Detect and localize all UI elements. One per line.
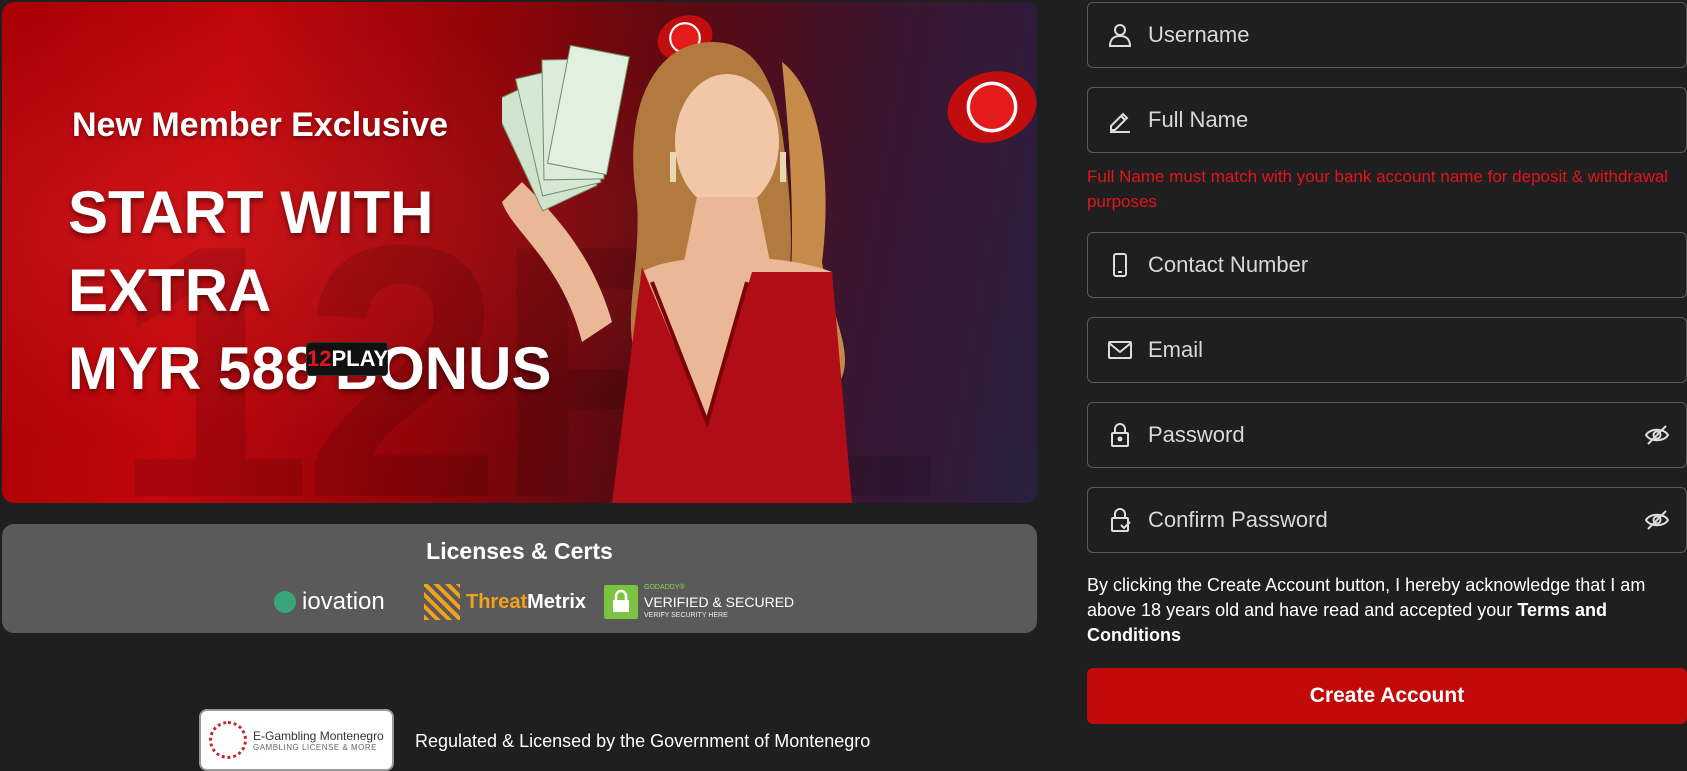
godaddy-text: GODADDY® VERIFIED & SECURED VERIFY SECUR… (644, 581, 794, 623)
licenses-title: Licenses & Certs (426, 538, 613, 564)
godaddy-top: GODADDY® (644, 584, 685, 591)
eye-off-icon[interactable] (1642, 420, 1672, 450)
fullname-field[interactable] (1087, 87, 1687, 153)
create-account-button[interactable]: Create Account (1087, 668, 1687, 724)
email-input[interactable] (1148, 337, 1686, 363)
user-icon (1106, 21, 1134, 49)
model-illustration (502, 42, 852, 503)
lock-check-icon (1106, 506, 1134, 534)
username-input[interactable] (1148, 22, 1686, 48)
email-field[interactable] (1087, 317, 1687, 383)
terms-acknowledgement: By clicking the Create Account button, I… (1087, 573, 1687, 648)
headline-line-1: START WITH (68, 179, 434, 246)
badge-word: PLAY (331, 346, 389, 371)
godaddy-sub: VERIFY SECURITY HERE (644, 612, 728, 619)
iovation-text: iovation (302, 588, 385, 615)
egambling-seal-icon (209, 721, 247, 759)
egambling-sub: GAMBLING LICENSE & MORE (253, 742, 377, 752)
confirm-password-input[interactable] (1148, 507, 1642, 533)
godaddy-main: VERIFIED & SECURED (644, 594, 795, 610)
lock-icon (1106, 421, 1134, 449)
mail-icon (1106, 336, 1134, 364)
regulation-text: Regulated & Licensed by the Government o… (415, 731, 871, 751)
phone-icon (1106, 251, 1134, 279)
padlock-icon (604, 585, 638, 619)
eye-off-icon[interactable] (1642, 505, 1672, 535)
fullname-hint: Full Name must match with your bank acco… (1087, 167, 1669, 211)
password-input[interactable] (1148, 422, 1642, 448)
promo-banner[interactable]: 12PL New Member Exclusive START WITH EXT… (2, 2, 1037, 503)
signup-page: 12PL New Member Exclusive START WITH EXT… (0, 0, 1687, 771)
threatmetrix-text-b: Metrix (527, 590, 587, 613)
pen-icon (1106, 106, 1134, 134)
badge-number: 12 (307, 346, 332, 371)
iovation-mark-icon (274, 591, 296, 613)
fullname-input[interactable] (1148, 107, 1686, 133)
brand-badge: 12PLAY (306, 342, 388, 376)
godaddy-seal[interactable]: GODADDY® VERIFIED & SECURED VERIFY SECUR… (604, 582, 794, 622)
egambling-title: E-Gambling Montenegro (253, 728, 384, 743)
headline-line-2: EXTRA (68, 257, 272, 324)
egambling-montenegro-logo[interactable]: E-Gambling Montenegro GAMBLING LICENSE &… (199, 709, 394, 771)
threatmetrix-logo: Threat Metrix (424, 582, 586, 622)
licenses-panel: Licenses & Certs iovation Threat Metrix G… (2, 524, 1037, 633)
banner-kicker: New Member Exclusive (72, 106, 449, 144)
password-field[interactable] (1087, 402, 1687, 468)
contact-number-input[interactable] (1148, 252, 1686, 278)
threatmetrix-text-a: Threat (466, 590, 528, 613)
iovation-logo: iovation (274, 582, 385, 622)
threatmetrix-mark-icon (424, 584, 460, 620)
username-field[interactable] (1087, 2, 1687, 68)
confirm-password-field[interactable] (1087, 487, 1687, 553)
contact-number-field[interactable] (1087, 232, 1687, 298)
